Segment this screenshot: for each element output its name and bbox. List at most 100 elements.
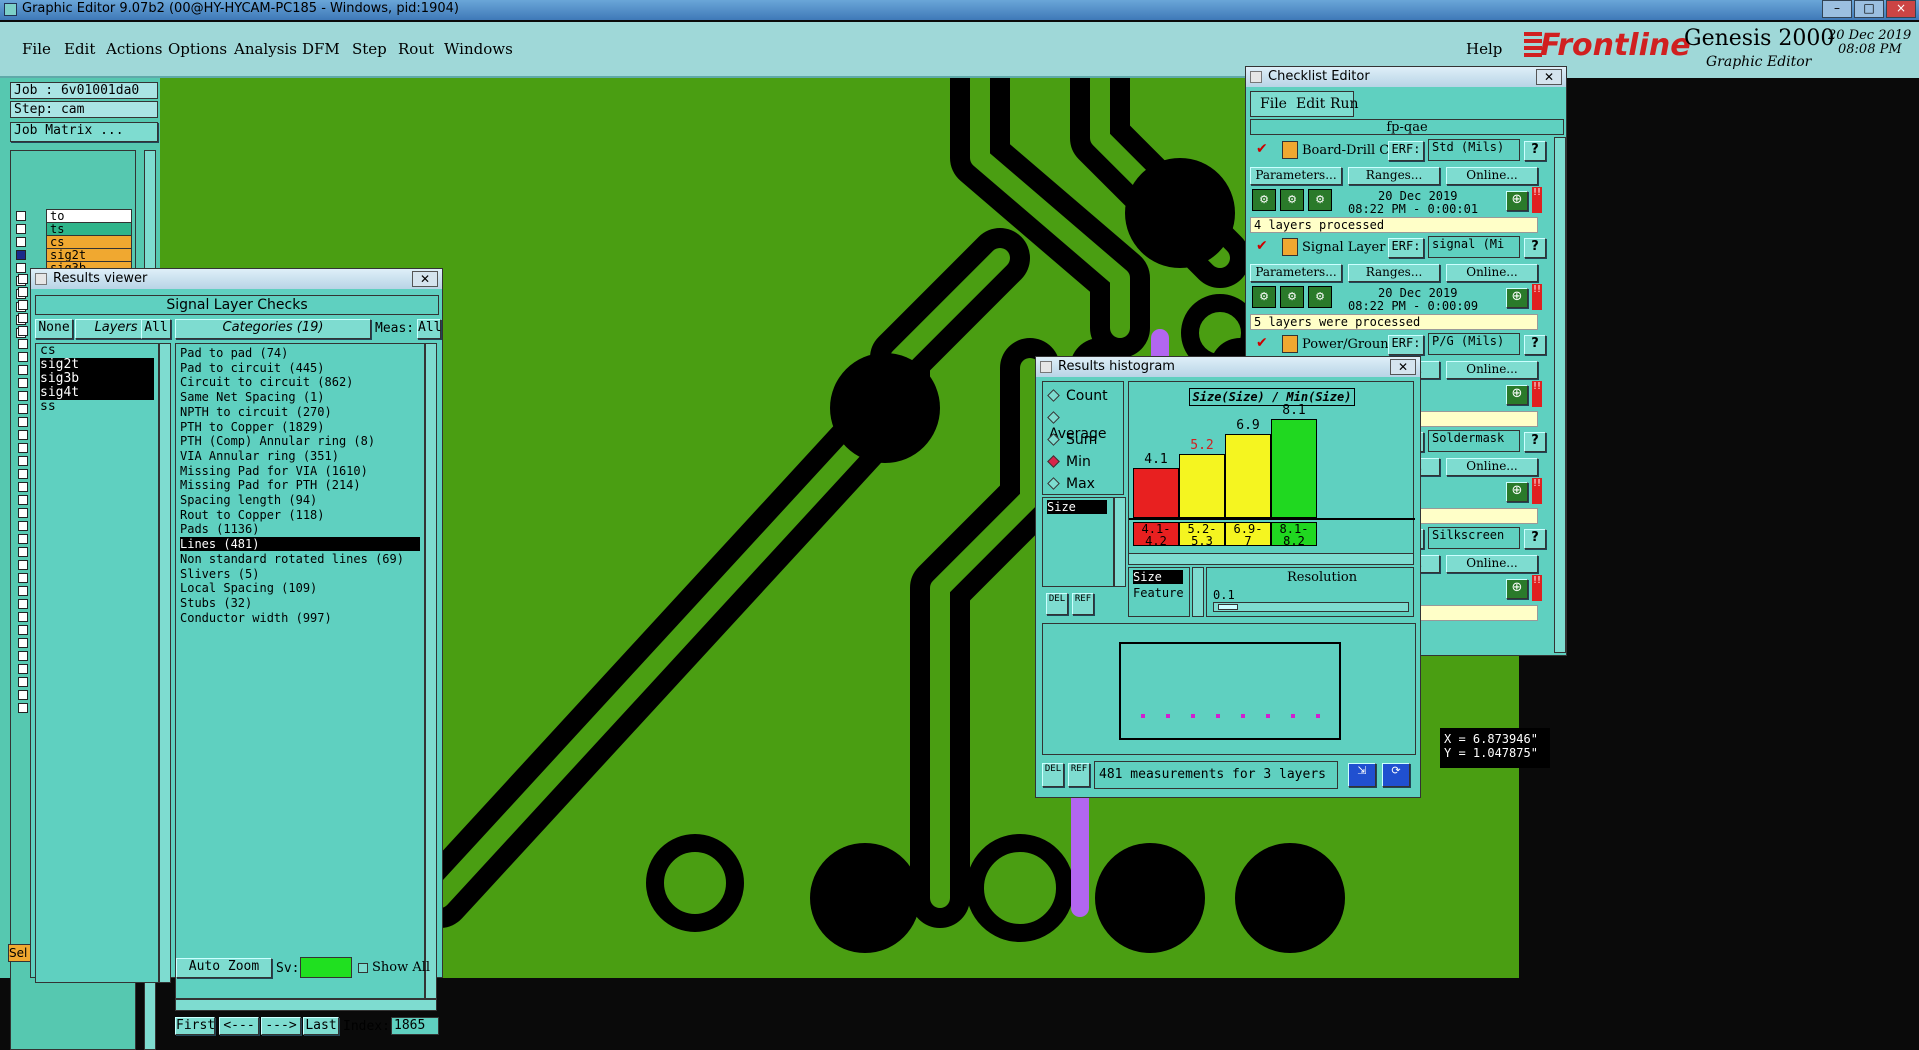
layer-side-checkbox[interactable] — [18, 586, 28, 596]
category-item[interactable]: Pads (1136) — [180, 522, 420, 536]
layer-side-checkbox[interactable] — [18, 274, 28, 284]
resolution-slider[interactable] — [1213, 602, 1409, 612]
auto-zoom-select[interactable]: Auto Zoom — [176, 958, 272, 978]
histogram-bar[interactable] — [1179, 454, 1225, 518]
layer-side-checkbox[interactable] — [18, 612, 28, 622]
size-option[interactable]: Size — [1133, 570, 1183, 584]
category-item[interactable]: Lines (481) — [180, 537, 420, 552]
erf-value[interactable]: P/G (Mils) — [1428, 333, 1520, 355]
ref-button[interactable]: REF — [1072, 593, 1094, 615]
layer-side-checkbox[interactable] — [18, 664, 28, 674]
size-scrollbar[interactable] — [1192, 567, 1204, 617]
layer-side-checkbox[interactable] — [18, 508, 28, 518]
ref-button-bottom[interactable]: REF — [1068, 763, 1090, 787]
erf-value[interactable]: Silkscreen — [1428, 527, 1520, 549]
results-layer-item[interactable]: sig3b — [40, 372, 154, 386]
minimize-icon[interactable]: – — [1822, 0, 1852, 18]
erf-value[interactable]: Std (Mils) — [1428, 139, 1520, 161]
sv-color-select[interactable] — [300, 957, 352, 978]
categories-hscrollbar[interactable] — [175, 999, 437, 1011]
layer-side-checkbox[interactable] — [18, 495, 28, 505]
layer-side-checkbox[interactable] — [18, 638, 28, 648]
category-item[interactable]: Non standard rotated lines (69) — [180, 552, 420, 566]
category-item[interactable]: Missing Pad for PTH (214) — [180, 478, 420, 492]
layer-side-checkbox[interactable] — [18, 534, 28, 544]
category-item[interactable]: Slivers (5) — [180, 567, 420, 581]
category-item[interactable]: Same Net Spacing (1) — [180, 390, 420, 404]
layer-side-checkbox[interactable] — [18, 300, 28, 310]
maximize-icon[interactable]: □ — [1854, 0, 1884, 18]
resolution-slider-handle[interactable] — [1218, 604, 1238, 610]
layer-side-checkbox[interactable] — [18, 456, 28, 466]
layer-side-checkbox[interactable] — [18, 404, 28, 414]
mode-min-radio[interactable]: Min — [1047, 454, 1091, 470]
help-icon[interactable]: ? — [1524, 335, 1546, 355]
erf-button[interactable]: ERF: — [1388, 335, 1424, 355]
menu-step[interactable]: Step — [352, 40, 387, 58]
layer-side-checkbox[interactable] — [18, 287, 28, 297]
results-close-icon[interactable]: ✕ — [412, 271, 438, 287]
category-item[interactable]: VIA Annular ring (351) — [180, 449, 420, 463]
online-button[interactable]: Online... — [1446, 458, 1538, 476]
index-input[interactable]: 1865 — [391, 1017, 439, 1035]
zoom-icon[interactable]: ⊕ — [1506, 579, 1528, 599]
layer-side-checkbox[interactable] — [18, 625, 28, 635]
category-item[interactable]: PTH to Copper (1829) — [180, 420, 420, 434]
category-item[interactable]: Missing Pad for VIA (1610) — [180, 464, 420, 478]
layer-checkbox[interactable] — [16, 263, 26, 273]
menu-edit[interactable]: Edit — [64, 40, 95, 58]
layer-side-checkbox[interactable] — [18, 430, 28, 440]
zoom-icon[interactable]: ⊕ — [1506, 482, 1528, 502]
erf-button[interactable]: ERF: — [1388, 141, 1424, 161]
check-enabled-icon[interactable]: ✔ — [1256, 335, 1268, 351]
layer-side-checkbox[interactable] — [18, 391, 28, 401]
category-item[interactable]: Pad to pad (74) — [180, 346, 420, 360]
erf-button[interactable]: ERF: — [1388, 238, 1424, 258]
layer-side-checkbox[interactable] — [18, 352, 28, 362]
item-scrollbar[interactable] — [1114, 497, 1126, 587]
histogram-close-icon[interactable]: ✕ — [1390, 359, 1416, 375]
histogram-bar[interactable] — [1271, 419, 1317, 518]
mode-sum-radio[interactable]: Sum — [1047, 432, 1097, 448]
run-check-3-icon[interactable]: ⚙ — [1308, 286, 1332, 308]
category-item[interactable]: Spacing length (94) — [180, 493, 420, 507]
online-button[interactable]: Online... — [1446, 264, 1538, 282]
close-icon[interactable]: × — [1886, 0, 1916, 18]
ranges-button[interactable]: Ranges... — [1348, 264, 1440, 282]
category-item[interactable]: NPTH to circuit (270) — [180, 405, 420, 419]
menu-analysis[interactable]: Analysis — [234, 40, 297, 58]
mode-max-radio[interactable]: Max — [1047, 476, 1095, 492]
parameters-button[interactable]: Parameters... — [1250, 264, 1342, 282]
category-item[interactable]: Stubs (32) — [180, 596, 420, 610]
layer-checkbox[interactable] — [16, 224, 26, 234]
layer-side-checkbox[interactable] — [18, 521, 28, 531]
category-item[interactable]: Rout to Copper (118) — [180, 508, 420, 522]
zoom-icon[interactable]: ⊕ — [1506, 191, 1528, 211]
erf-value[interactable]: signal (Mi — [1428, 236, 1520, 258]
layer-side-checkbox[interactable] — [18, 651, 28, 661]
erf-value[interactable]: Soldermask — [1428, 430, 1520, 452]
layer-side-checkbox[interactable] — [18, 677, 28, 687]
menu-file[interactable]: File — [22, 40, 51, 58]
job-matrix-button[interactable]: Job Matrix ... — [10, 122, 158, 142]
refresh-icon[interactable]: ⟳ — [1382, 763, 1410, 787]
layer-side-checkbox[interactable] — [18, 703, 28, 713]
layer-side-checkbox[interactable] — [18, 326, 28, 336]
online-button[interactable]: Online... — [1446, 361, 1538, 379]
category-item[interactable]: Circuit to circuit (862) — [180, 375, 420, 389]
checklist-menu-file[interactable]: File — [1260, 96, 1287, 112]
meas-select[interactable]: All — [417, 319, 441, 339]
help-icon[interactable]: ? — [1524, 141, 1546, 161]
layer-side-checkbox[interactable] — [18, 378, 28, 388]
category-item[interactable]: PTH (Comp) Annular ring (8) — [180, 434, 420, 448]
help-icon[interactable]: ? — [1524, 238, 1546, 258]
mode-count-radio[interactable]: Count — [1047, 388, 1108, 404]
zoom-icon[interactable]: ⊕ — [1506, 288, 1528, 308]
size-item[interactable]: Size — [1047, 500, 1107, 514]
run-check-3-icon[interactable]: ⚙ — [1308, 189, 1332, 211]
categories-button[interactable]: Categories (19) — [175, 319, 371, 339]
category-item[interactable]: Pad to circuit (445) — [180, 361, 420, 375]
histogram-bar[interactable] — [1133, 467, 1179, 518]
layer-checkbox[interactable] — [16, 211, 26, 221]
layer-side-checkbox[interactable] — [18, 690, 28, 700]
